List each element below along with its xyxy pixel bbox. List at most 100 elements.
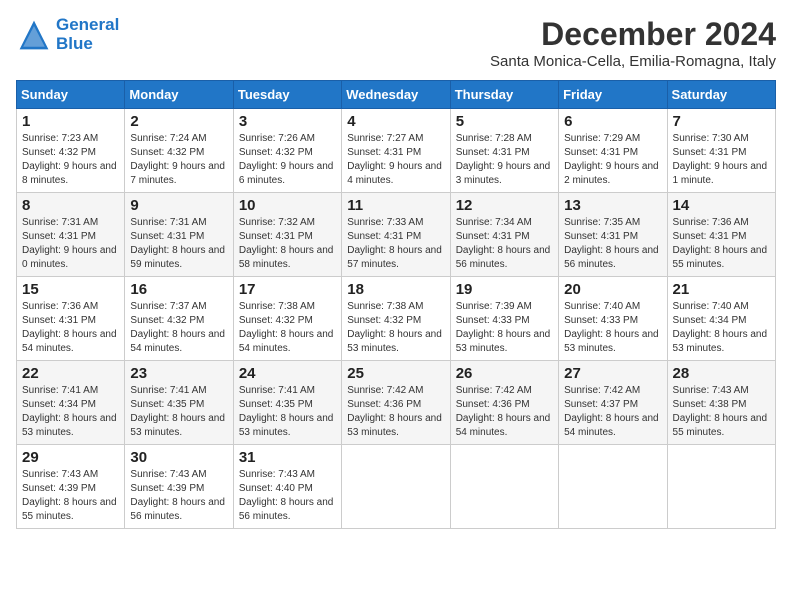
day-cell-11: 11 Sunrise: 7:33 AMSunset: 4:31 PMDayligh… [342, 193, 450, 277]
day-number-8: 8 [22, 197, 119, 214]
day-cell-20: 20 Sunrise: 7:40 AMSunset: 4:33 PMDayligh… [559, 277, 667, 361]
location-title: Santa Monica-Cella, Emilia-Romagna, Ital… [490, 53, 776, 70]
day-number-26: 26 [456, 365, 553, 382]
day-info-22: Sunrise: 7:41 AMSunset: 4:34 PMDaylight:… [22, 384, 119, 440]
empty-cell [342, 445, 450, 529]
day-cell-25: 25 Sunrise: 7:42 AMSunset: 4:36 PMDayligh… [342, 361, 450, 445]
day-number-3: 3 [239, 113, 336, 130]
day-info-24: Sunrise: 7:41 AMSunset: 4:35 PMDaylight:… [239, 384, 336, 440]
header: General Blue December 2024 Santa Monica-… [16, 16, 776, 70]
page-container: General Blue December 2024 Santa Monica-… [16, 16, 776, 529]
day-cell-19: 19 Sunrise: 7:39 AMSunset: 4:33 PMDayligh… [450, 277, 558, 361]
day-number-25: 25 [347, 365, 444, 382]
day-number-17: 17 [239, 281, 336, 298]
day-cell-28: 28 Sunrise: 7:43 AMSunset: 4:38 PMDayligh… [667, 361, 775, 445]
day-number-28: 28 [673, 365, 770, 382]
day-number-14: 14 [673, 197, 770, 214]
day-number-12: 12 [456, 197, 553, 214]
day-cell-9: 9 Sunrise: 7:31 AMSunset: 4:31 PMDaylight… [125, 193, 233, 277]
day-number-29: 29 [22, 449, 119, 466]
day-cell-24: 24Sunrise: 7:41 AMSunset: 4:35 PMDayligh… [233, 361, 341, 445]
day-number-31: 31 [239, 449, 336, 466]
day-cell-18: 18 Sunrise: 7:38 AMSunset: 4:32 PMDayligh… [342, 277, 450, 361]
day-cell-31: 31Sunrise: 7:43 AMSunset: 4:40 PMDayligh… [233, 445, 341, 529]
week-row-2: 8 Sunrise: 7:31 AMSunset: 4:31 PMDaylight… [17, 193, 776, 277]
logo-blue: Blue [56, 35, 119, 54]
day-info-16: Sunrise: 7:37 AMSunset: 4:32 PMDaylight:… [130, 300, 227, 356]
week-row-3: 15Sunrise: 7:36 AMSunset: 4:31 PMDayligh… [17, 277, 776, 361]
day-info-21: Sunrise: 7:40 AMSunset: 4:34 PMDaylight:… [673, 300, 770, 356]
day-number-9: 9 [130, 197, 227, 214]
header-tuesday: Tuesday [233, 81, 341, 109]
day-info-19: Sunrise: 7:39 AMSunset: 4:33 PMDaylight:… [456, 300, 553, 356]
header-monday: Monday [125, 81, 233, 109]
day-number-13: 13 [564, 197, 661, 214]
day-info-14: Sunrise: 7:36 AMSunset: 4:31 PMDaylight:… [673, 216, 770, 272]
day-info-18: Sunrise: 7:38 AMSunset: 4:32 PMDaylight:… [347, 300, 444, 356]
day-info-12: Sunrise: 7:34 AMSunset: 4:31 PMDaylight:… [456, 216, 553, 272]
day-number-20: 20 [564, 281, 661, 298]
day-cell-22: 22 Sunrise: 7:41 AMSunset: 4:34 PMDayligh… [17, 361, 125, 445]
day-cell-10: 10 Sunrise: 7:32 AMSunset: 4:31 PMDayligh… [233, 193, 341, 277]
day-cell-3: 3 Sunrise: 7:26 AMSunset: 4:32 PMDaylight… [233, 109, 341, 193]
logo-text: General Blue [56, 16, 119, 53]
day-number-19: 19 [456, 281, 553, 298]
week-row-1: 1Sunrise: 7:23 AMSunset: 4:32 PMDaylight… [17, 109, 776, 193]
week-row-4: 22 Sunrise: 7:41 AMSunset: 4:34 PMDayligh… [17, 361, 776, 445]
day-info-6: Sunrise: 7:29 AMSunset: 4:31 PMDaylight:… [564, 132, 661, 188]
header-saturday: Saturday [667, 81, 775, 109]
day-number-7: 7 [673, 113, 770, 130]
day-info-10: Sunrise: 7:32 AMSunset: 4:31 PMDaylight:… [239, 216, 336, 272]
day-cell-2: 2Sunrise: 7:24 AMSunset: 4:32 PMDaylight… [125, 109, 233, 193]
day-number-21: 21 [673, 281, 770, 298]
day-cell-13: 13 Sunrise: 7:35 AMSunset: 4:31 PMDayligh… [559, 193, 667, 277]
day-cell-7: 7 Sunrise: 7:30 AMSunset: 4:31 PMDaylight… [667, 109, 775, 193]
day-info-9: Sunrise: 7:31 AMSunset: 4:31 PMDaylight:… [130, 216, 227, 272]
day-info-11: Sunrise: 7:33 AMSunset: 4:31 PMDaylight:… [347, 216, 444, 272]
day-info-13: Sunrise: 7:35 AMSunset: 4:31 PMDaylight:… [564, 216, 661, 272]
day-number-10: 10 [239, 197, 336, 214]
day-number-16: 16 [130, 281, 227, 298]
day-cell-16: 16 Sunrise: 7:37 AMSunset: 4:32 PMDayligh… [125, 277, 233, 361]
day-number-4: 4 [347, 113, 444, 130]
day-cell-14: 14 Sunrise: 7:36 AMSunset: 4:31 PMDayligh… [667, 193, 775, 277]
day-cell-12: 12 Sunrise: 7:34 AMSunset: 4:31 PMDayligh… [450, 193, 558, 277]
day-number-27: 27 [564, 365, 661, 382]
day-info-25: Sunrise: 7:42 AMSunset: 4:36 PMDaylight:… [347, 384, 444, 440]
day-info-26: Sunrise: 7:42 AMSunset: 4:36 PMDaylight:… [456, 384, 553, 440]
day-info-3: Sunrise: 7:26 AMSunset: 4:32 PMDaylight:… [239, 132, 336, 188]
day-number-6: 6 [564, 113, 661, 130]
day-cell-30: 30Sunrise: 7:43 AMSunset: 4:39 PMDayligh… [125, 445, 233, 529]
logo: General Blue [16, 16, 119, 53]
day-cell-29: 29Sunrise: 7:43 AMSunset: 4:39 PMDayligh… [17, 445, 125, 529]
header-sunday: Sunday [17, 81, 125, 109]
generalblue-icon [16, 17, 52, 53]
day-info-28: Sunrise: 7:43 AMSunset: 4:38 PMDaylight:… [673, 384, 770, 440]
day-cell-17: 17 Sunrise: 7:38 AMSunset: 4:32 PMDayligh… [233, 277, 341, 361]
day-cell-8: 8Sunrise: 7:31 AMSunset: 4:31 PMDaylight… [17, 193, 125, 277]
logo-general: General [56, 16, 119, 35]
day-cell-21: 21 Sunrise: 7:40 AMSunset: 4:34 PMDayligh… [667, 277, 775, 361]
day-cell-23: 23Sunrise: 7:41 AMSunset: 4:35 PMDayligh… [125, 361, 233, 445]
day-number-18: 18 [347, 281, 444, 298]
day-info-23: Sunrise: 7:41 AMSunset: 4:35 PMDaylight:… [130, 384, 227, 440]
day-number-15: 15 [22, 281, 119, 298]
day-cell-27: 27Sunrise: 7:42 AMSunset: 4:37 PMDayligh… [559, 361, 667, 445]
day-number-5: 5 [456, 113, 553, 130]
day-info-5: Sunrise: 7:28 AMSunset: 4:31 PMDaylight:… [456, 132, 553, 188]
day-number-22: 22 [22, 365, 119, 382]
header-wednesday: Wednesday [342, 81, 450, 109]
day-cell-6: 6 Sunrise: 7:29 AMSunset: 4:31 PMDaylight… [559, 109, 667, 193]
day-info-7: Sunrise: 7:30 AMSunset: 4:31 PMDaylight:… [673, 132, 770, 188]
day-info-17: Sunrise: 7:38 AMSunset: 4:32 PMDaylight:… [239, 300, 336, 356]
title-section: December 2024 Santa Monica-Cella, Emilia… [490, 16, 776, 70]
day-info-2: Sunrise: 7:24 AMSunset: 4:32 PMDaylight:… [130, 132, 227, 188]
day-info-20: Sunrise: 7:40 AMSunset: 4:33 PMDaylight:… [564, 300, 661, 356]
day-info-1: Sunrise: 7:23 AMSunset: 4:32 PMDaylight:… [22, 132, 119, 188]
header-thursday: Thursday [450, 81, 558, 109]
day-number-11: 11 [347, 197, 444, 214]
day-cell-1: 1Sunrise: 7:23 AMSunset: 4:32 PMDaylight… [17, 109, 125, 193]
week-row-5: 29Sunrise: 7:43 AMSunset: 4:39 PMDayligh… [17, 445, 776, 529]
month-title: December 2024 [490, 16, 776, 53]
empty-cell [559, 445, 667, 529]
